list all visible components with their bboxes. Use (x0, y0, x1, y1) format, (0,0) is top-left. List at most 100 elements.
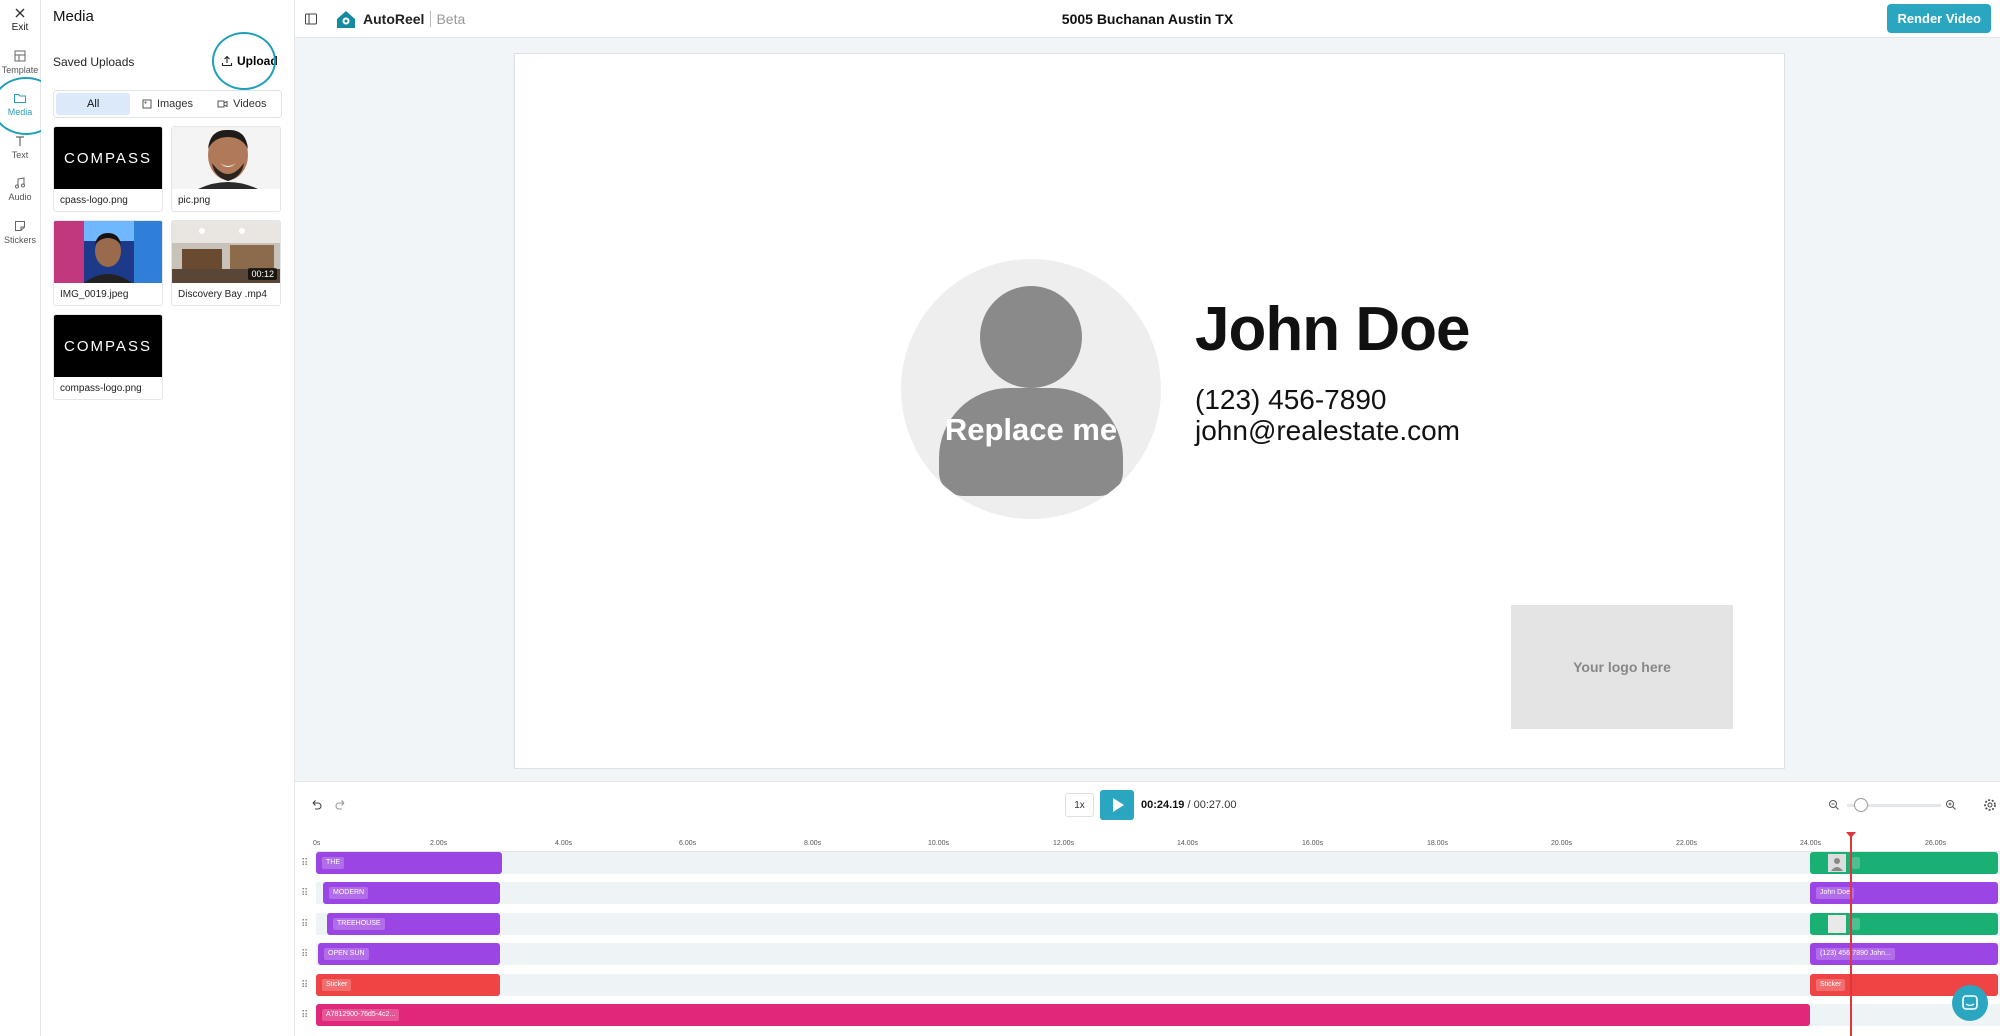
time-readout: 00:24.19 / 00:27.00 (1141, 799, 1236, 811)
playhead[interactable] (1846, 832, 1856, 1036)
zoom-in-icon[interactable] (1945, 799, 1957, 811)
playback-speed-button[interactable]: 1x (1065, 793, 1094, 817)
exit-button[interactable]: Exit (0, 6, 40, 33)
selfie-photo (54, 221, 162, 283)
upload-label: Upload (237, 54, 278, 68)
rail-item-media[interactable]: Media (0, 91, 40, 117)
timeline-clip[interactable]: OPEN SUN (318, 943, 500, 965)
chat-support-button[interactable] (1952, 985, 1988, 1021)
panel-title: Media (53, 8, 94, 25)
clip-label: OPEN SUN (324, 948, 369, 960)
upload-icon (221, 55, 233, 67)
tick-label: 18.00s (1427, 840, 1449, 847)
redo-icon[interactable] (334, 798, 348, 812)
rail-item-label: Audio (8, 192, 32, 202)
timeline-clip[interactable]: Sticker (316, 974, 500, 996)
timeline-clip[interactable]: (123) 456-7890 John... (1810, 943, 1998, 965)
agent-name[interactable]: John Doe (1195, 294, 1470, 365)
track-drag-handle[interactable]: ⠿ (301, 920, 309, 930)
brand-name: AutoReel (363, 11, 425, 27)
tab-videos[interactable]: Videos (205, 93, 279, 115)
rail-item-label: Text (11, 150, 29, 160)
tab-all[interactable]: All (56, 93, 131, 115)
tick-label: 10.00s (928, 840, 950, 847)
text-icon (16, 136, 24, 146)
timeline-track[interactable]: THE (316, 852, 2000, 874)
left-rail: Exit Template Media Text Audio Stickers (0, 0, 41, 1036)
track-drag-handle[interactable]: ⠿ (301, 859, 309, 869)
clip-label: John Doe (1816, 887, 1854, 899)
chat-icon (1962, 995, 1978, 1010)
upload-button[interactable]: Upload (215, 50, 284, 72)
timeline-clip[interactable]: John Doe (1810, 882, 1998, 904)
media-card[interactable]: COMPASS cpass-logo.png (53, 126, 163, 212)
track-drag-handle[interactable]: ⠿ (301, 981, 309, 991)
timeline-track[interactable]: A7812900-76d5-4c2... (316, 1004, 2000, 1026)
settings-gear-icon[interactable] (1983, 798, 1997, 812)
video-duration: 00:12 (248, 268, 277, 280)
sticker-icon (15, 221, 25, 231)
rail-item-label: Template (1, 65, 39, 75)
file-name: Discovery Bay .mp4 (178, 289, 267, 300)
timeline-track[interactable]: OPEN SUN (123) 456-7890 John... (316, 943, 2000, 965)
timeline-clip[interactable]: THE (316, 852, 502, 874)
timeline-clip[interactable] (1810, 913, 1998, 935)
top-header: AutoReel Beta 5005 Buchanan Austin TX Re… (295, 0, 2000, 38)
clip-label: MODERN (329, 887, 369, 899)
rail-item-template[interactable]: Template (0, 49, 40, 75)
timeline-clip[interactable]: TREEHOUSE (327, 913, 500, 935)
tick-label: 26.00s (1925, 840, 1947, 847)
track-drag-handle[interactable]: ⠿ (301, 1011, 309, 1021)
sidebar-toggle-icon[interactable] (304, 12, 318, 26)
media-filter-tabs: All Images Videos (53, 90, 282, 118)
timeline-track[interactable]: TREEHOUSE (316, 913, 2000, 935)
timeline-clip[interactable]: A7812900-76d5-4c2... (316, 1004, 1810, 1026)
media-card[interactable]: COMPASS compass-logo.png (53, 314, 163, 400)
clip-label: Sticker (322, 979, 352, 991)
avatar-placeholder[interactable]: Replace me (901, 259, 1161, 519)
time-ruler[interactable]: 0s 2.00s 4.00s 6.00s 8.00s 10.00s 12.00s… (313, 838, 2000, 852)
zoom-out-icon[interactable] (1828, 799, 1840, 811)
clip-label (1852, 918, 1860, 930)
rail-item-text[interactable]: Text (0, 134, 40, 160)
rail-item-stickers[interactable]: Stickers (0, 219, 40, 245)
play-button[interactable] (1100, 790, 1134, 820)
tick-label: 20.00s (1551, 840, 1573, 847)
render-video-button[interactable]: Render Video (1887, 4, 1991, 33)
media-card[interactable]: pic.png (171, 126, 281, 212)
timeline-track[interactable]: Sticker Sticker (316, 974, 2000, 996)
saved-uploads-label: Saved Uploads (53, 55, 135, 69)
file-thumbnail (172, 127, 280, 189)
tab-label: All (87, 98, 100, 110)
agent-phone[interactable]: (123) 456-7890 (1195, 384, 1386, 416)
tick-label: 24.00s (1800, 840, 1822, 847)
replace-me-label: Replace me (944, 412, 1118, 447)
rail-item-audio[interactable]: Audio (0, 176, 40, 202)
media-card[interactable]: 00:12 Discovery Bay .mp4 (171, 220, 281, 306)
image-icon (142, 99, 152, 109)
timeline-clip[interactable] (1810, 852, 1998, 874)
undo-icon[interactable] (309, 798, 323, 812)
timeline-clip[interactable]: MODERN (323, 882, 500, 904)
video-canvas[interactable]: Replace me John Doe (123) 456-7890 john@… (514, 53, 1785, 769)
logo-placeholder[interactable]: Your logo here (1511, 605, 1733, 729)
shape-thumbnail (1828, 915, 1846, 933)
timeline-track[interactable]: MODERN John Doe (316, 882, 2000, 904)
tab-images[interactable]: Images (130, 93, 204, 115)
brand: AutoReel Beta (335, 8, 465, 30)
total-time: 00:27.00 (1193, 799, 1237, 811)
clip-label: TREEHOUSE (333, 918, 385, 930)
media-card[interactable]: IMG_0019.jpeg (53, 220, 163, 306)
track-drag-handle[interactable]: ⠿ (301, 889, 309, 899)
project-title: 5005 Buchanan Austin TX (1061, 11, 1234, 27)
file-name: compass-logo.png (60, 383, 142, 394)
music-icon (15, 177, 25, 189)
tick-label: 12.00s (1053, 840, 1075, 847)
tick-label: 22.00s (1676, 840, 1698, 847)
agent-email[interactable]: john@realestate.com (1195, 415, 1460, 447)
portrait-photo (172, 127, 280, 189)
tab-label: Images (156, 98, 194, 110)
zoom-slider-handle[interactable] (1854, 798, 1868, 812)
track-drag-handle[interactable]: ⠿ (301, 950, 309, 960)
clip-label: A7812900-76d5-4c2... (322, 1009, 400, 1021)
